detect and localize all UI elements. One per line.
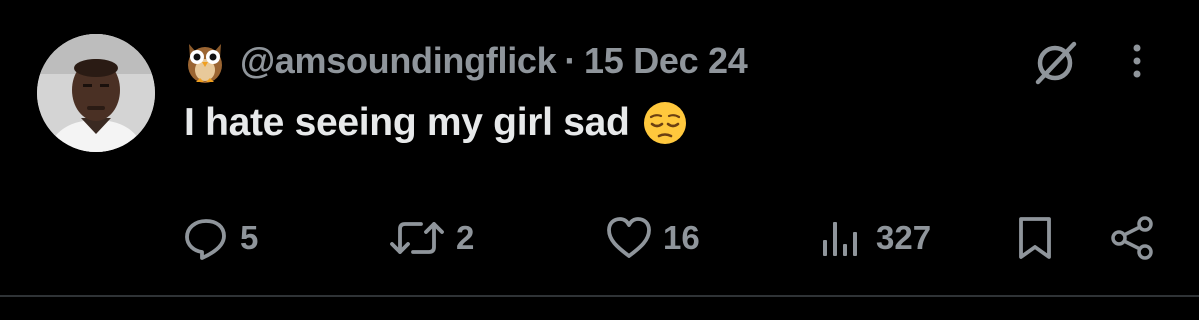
tweet-date[interactable]: 15 Dec 24 bbox=[584, 40, 748, 82]
share-button[interactable] bbox=[1108, 210, 1156, 266]
grok-icon[interactable] bbox=[1030, 38, 1080, 88]
retweet-count: 2 bbox=[456, 219, 475, 256]
heart-icon bbox=[607, 217, 651, 258]
share-icon bbox=[1111, 216, 1153, 260]
tweet[interactable]: @amsoundingflick · 15 Dec 24 I hate seei… bbox=[0, 0, 1199, 296]
tweet-body: I hate seeing my girl sad bbox=[184, 98, 688, 148]
like-count: 16 bbox=[663, 219, 700, 256]
bookmark-button[interactable] bbox=[1014, 210, 1056, 266]
bookmark-icon bbox=[1019, 217, 1051, 259]
owl-emoji-icon bbox=[188, 44, 222, 83]
avatar[interactable] bbox=[37, 34, 155, 152]
views-button[interactable]: 327 bbox=[818, 210, 931, 266]
pensive-face-emoji-icon bbox=[643, 102, 686, 144]
separator-dot: · bbox=[564, 40, 577, 81]
reply-icon bbox=[185, 219, 226, 260]
more-options-icon[interactable] bbox=[1122, 38, 1152, 88]
username-handle[interactable]: @amsoundingflick bbox=[240, 40, 557, 82]
reply-button[interactable]: 5 bbox=[182, 210, 258, 266]
tweet-text: I hate seeing my girl sad bbox=[184, 101, 630, 144]
action-bar: 5 2 16 327 bbox=[0, 210, 1199, 266]
retweet-icon bbox=[390, 222, 444, 254]
tweet-header: @amsoundingflick · 15 Dec 24 bbox=[184, 36, 748, 86]
reply-count: 5 bbox=[240, 219, 259, 256]
retweet-button[interactable]: 2 bbox=[388, 210, 474, 266]
like-button[interactable]: 16 bbox=[605, 210, 700, 266]
divider bbox=[0, 295, 1199, 297]
views-chart-icon bbox=[823, 222, 857, 256]
views-count: 327 bbox=[876, 219, 932, 256]
